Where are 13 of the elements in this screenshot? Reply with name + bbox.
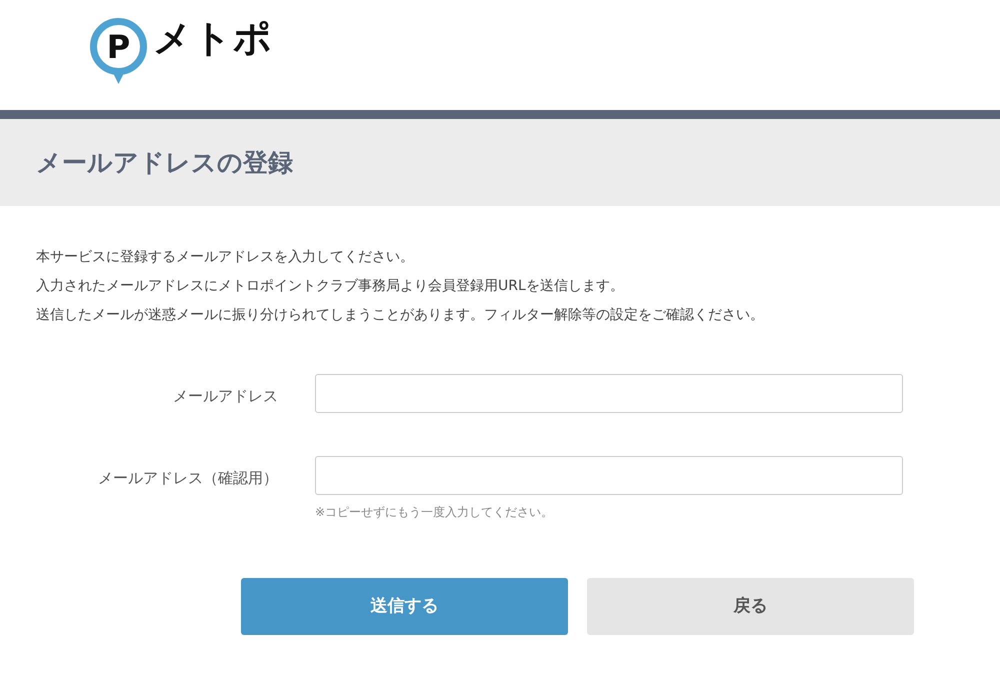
email-field[interactable] <box>315 456 903 495</box>
logo-mark: P <box>90 18 147 84</box>
hint-text: ※コピーせずにもう一度入力してください。 <box>315 504 554 521</box>
email-field[interactable] <box>315 374 903 413</box>
intro-text: 本サービスに登録するメールアドレスを入力してください。 <box>36 248 414 267</box>
field-label: メールアドレス <box>173 386 278 407</box>
back-button[interactable]: 戻る <box>587 578 914 635</box>
logo-text: メトポ <box>153 16 273 62</box>
field-label: メールアドレス（確認用） <box>98 468 278 489</box>
intro-text: 入力されたメールアドレスにメトロポイントクラブ事務局より会員登録用URLを送信します。 <box>36 277 624 296</box>
page-title: メールアドレスの登録 <box>36 148 293 178</box>
submit-button[interactable]: 送信する <box>241 578 568 635</box>
intro-text: 送信したメールが迷惑メールに振り分けられてしまうことがあります。フィルター解除等の設定をご確認ください。 <box>36 306 764 325</box>
